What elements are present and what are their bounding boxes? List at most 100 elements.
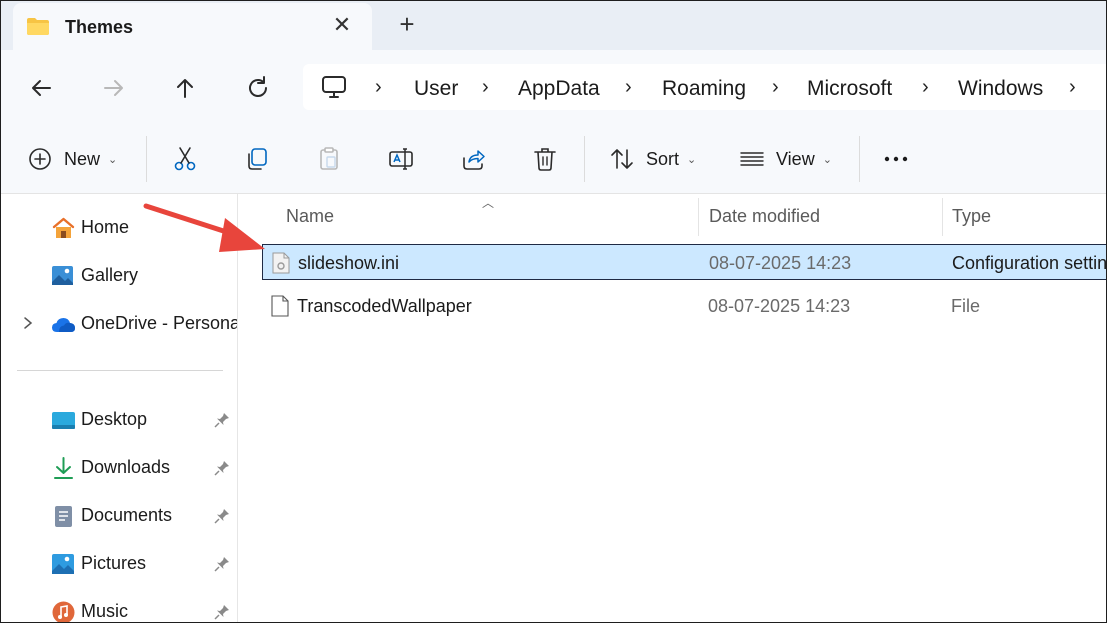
documents-icon [55,506,72,527]
column-separator[interactable] [698,198,699,236]
sidebar-item-pictures[interactable]: Pictures [1,546,237,582]
column-header-name[interactable]: Name [286,206,334,227]
sidebar-item-onedrive[interactable]: OneDrive - Persona [1,306,238,342]
rename-icon [389,148,413,170]
file-name: TranscodedWallpaper [297,296,472,316]
chevron-down-icon: ⌄ [687,153,697,166]
new-button[interactable]: New ⌄ [27,144,117,174]
breadcrumb-microsoft[interactable]: Microsoft [807,77,892,101]
chevron-right-icon[interactable]: › [625,76,632,99]
arrow-left-icon[interactable] [25,72,57,104]
arrow-right-icon[interactable] [98,72,130,104]
breadcrumb-appdata[interactable]: AppData [518,77,600,101]
chevron-up-icon: ︿ [482,196,495,210]
this-pc-icon[interactable] [321,75,347,99]
paste-button[interactable] [316,144,342,174]
clipboard-icon [320,147,338,170]
sort-icon [611,149,633,169]
toolbar-divider [859,136,860,182]
navigation-bar: › User › AppData › Roaming › Microsoft ›… [1,50,1106,124]
folder-icon [27,18,49,35]
column-header-date-modified[interactable]: Date modified [709,206,820,227]
plus-icon[interactable]: + [395,11,419,37]
sidebar-item-label: Documents [81,505,173,525]
cut-button[interactable] [172,144,198,174]
file-list: ︿ Name Date modified Type slideshow.ini … [238,194,1107,622]
settings-file-icon [272,252,290,274]
chevron-right-icon[interactable]: › [375,76,382,99]
chevron-right-icon[interactable]: › [922,76,929,99]
breadcrumb-windows[interactable]: Windows [958,77,1043,101]
share-button[interactable] [460,144,486,174]
more-icon [884,156,908,162]
onedrive-icon [52,318,75,332]
breadcrumb-user[interactable]: User [414,77,458,101]
chevron-right-icon[interactable]: › [772,76,779,99]
annotation-arrow-icon [143,203,265,252]
view-label: View [776,148,815,169]
sidebar-item-desktop[interactable]: Desktop [1,402,237,438]
music-icon [52,601,75,622]
table-row[interactable]: slideshow.ini 08-07-2025 14:23 Configura… [262,244,1107,280]
file-type: File [951,296,981,316]
trash-icon [534,148,556,171]
file-icon [271,295,289,317]
refresh-icon[interactable] [242,72,274,104]
copy-button[interactable] [244,144,270,174]
sidebar-divider [17,370,223,371]
file-name: slideshow.ini [298,253,400,273]
sidebar-item-label: Music [81,601,129,621]
rename-button[interactable] [388,144,414,174]
arrow-up-icon[interactable] [169,72,201,104]
tab-strip: Themes ✕ + [1,1,1106,50]
sidebar-item-label: Desktop [81,409,148,429]
downloads-icon [54,457,73,479]
sidebar-item-music[interactable]: Music [1,594,237,622]
gallery-icon [52,266,73,285]
file-date: 08-07-2025 14:23 [708,296,851,316]
pin-icon[interactable] [214,460,230,476]
chevron-down-icon: ⌄ [108,153,118,166]
sidebar-item-label: Downloads [81,457,171,477]
tab-title: Themes [65,17,134,37]
pin-icon[interactable] [214,604,230,620]
sidebar-item-label: Pictures [81,553,147,573]
file-type: Configuration settin [952,253,1107,273]
more-options-button[interactable] [883,144,909,174]
pin-icon[interactable] [214,412,230,428]
toolbar-divider [146,136,147,182]
view-button[interactable]: View ⌄ [739,144,832,174]
view-list-icon [740,152,764,166]
sidebar-item-label: Gallery [81,265,139,285]
sidebar-item-gallery[interactable]: Gallery [1,258,237,294]
share-icon [463,150,485,170]
copy-icon [248,148,267,170]
sidebar-item-label: OneDrive - Persona [81,313,238,333]
chevron-right-icon[interactable]: › [1069,76,1076,99]
chevron-down-icon: ⌄ [822,153,832,166]
chevron-right-icon[interactable] [21,315,35,331]
sidebar-item-documents[interactable]: Documents [1,498,237,534]
chevron-right-icon[interactable]: › [482,76,489,99]
sort-button[interactable]: Sort ⌄ [609,144,696,174]
column-separator[interactable] [942,198,943,236]
breadcrumb-roaming[interactable]: Roaming [662,77,746,101]
close-icon[interactable]: ✕ [331,14,353,36]
sort-label: Sort [646,148,680,169]
sidebar-item-downloads[interactable]: Downloads [1,450,237,486]
sidebar-item-label: Home [81,217,130,237]
pictures-icon [52,554,74,574]
add-circle-icon [29,148,51,170]
desktop-icon [52,412,75,429]
toolbar-divider [584,136,585,182]
pin-icon[interactable] [214,508,230,524]
new-label: New [64,148,101,169]
address-bar[interactable]: › User › AppData › Roaming › Microsoft ›… [303,64,1106,110]
column-header-type[interactable]: Type [952,206,991,227]
home-icon [52,217,75,238]
delete-button[interactable] [532,144,558,174]
pin-icon[interactable] [214,556,230,572]
scissors-icon [174,147,196,171]
table-row[interactable]: TranscodedWallpaper 08-07-2025 14:23 Fil… [262,288,1106,324]
tab-themes[interactable]: Themes ✕ [13,3,372,50]
